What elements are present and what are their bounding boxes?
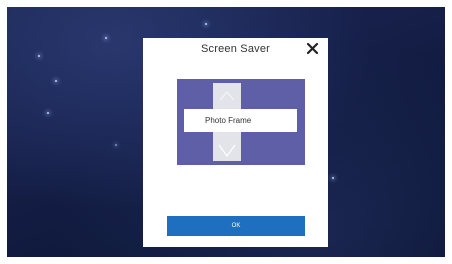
star-decoration bbox=[115, 144, 117, 146]
down-arrow-icon[interactable] bbox=[218, 144, 236, 157]
star-decoration bbox=[332, 177, 334, 179]
star-decoration bbox=[38, 55, 40, 57]
selected-screensaver-option[interactable]: Photo Frame bbox=[184, 109, 297, 132]
close-icon[interactable] bbox=[306, 42, 319, 55]
up-arrow-icon[interactable] bbox=[219, 91, 235, 101]
screen-saver-dialog: Screen Saver Photo Frame OK bbox=[143, 38, 328, 247]
screen-background: Screen Saver Photo Frame OK bbox=[7, 7, 445, 257]
screen-saver-picker: Photo Frame bbox=[177, 79, 305, 165]
star-decoration bbox=[205, 23, 207, 25]
ok-button[interactable]: OK bbox=[167, 216, 305, 236]
dialog-title: Screen Saver bbox=[200, 43, 271, 55]
star-decoration bbox=[55, 80, 57, 82]
star-decoration bbox=[47, 112, 49, 114]
star-decoration bbox=[105, 37, 107, 39]
